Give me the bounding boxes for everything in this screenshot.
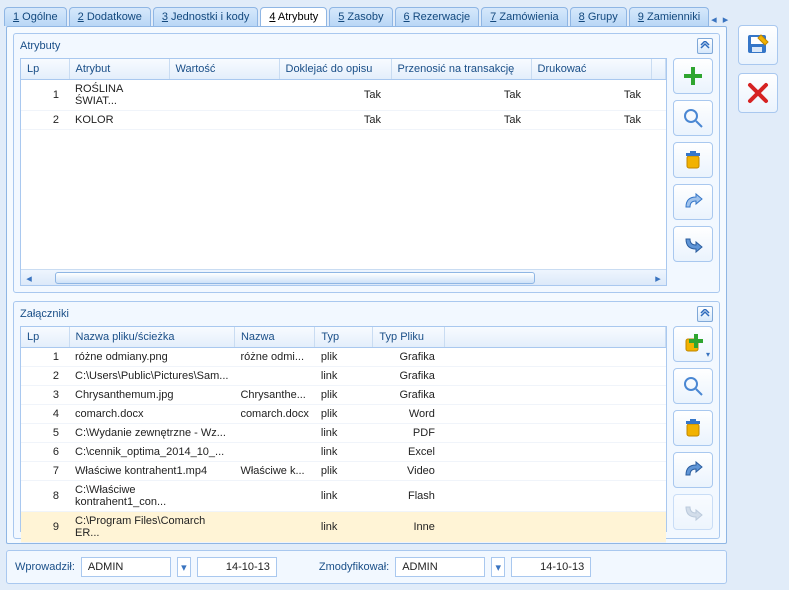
scroll-left-icon[interactable]: ◂: [21, 270, 37, 286]
delete-attachment-button[interactable]: [673, 410, 713, 446]
table-row[interactable]: 2KOLORTakTakTak: [21, 111, 666, 130]
col-ftype[interactable]: Typ Pliku: [373, 327, 445, 348]
audit-footer: Wprowadził: ADMIN ▾ 14-10-13 Zmodyfikowa…: [6, 550, 727, 584]
table-row[interactable]: 8C:\Właściwe kontrahent1_con...linkFlash: [21, 481, 666, 512]
group-title-atrybuty: Atrybuty: [20, 40, 60, 52]
move-down-attachment-button[interactable]: [673, 494, 713, 530]
tab-scroll-left-icon[interactable]: ◂: [711, 13, 717, 26]
modified-label: Zmodyfikował:: [319, 561, 389, 573]
tab-atrybuty[interactable]: 4 Atrybuty: [260, 7, 327, 26]
tab-zamówienia[interactable]: 7 Zamówienia: [481, 7, 567, 26]
col-overflow2: [445, 327, 666, 348]
move-up-button[interactable]: [673, 184, 713, 220]
group-atrybuty: Atrybuty Lp Atrybut Wartość Doklejać do …: [13, 33, 720, 293]
modified-date: 14-10-13: [511, 557, 591, 577]
move-down-button[interactable]: [673, 226, 713, 262]
col-wartosc[interactable]: Wartość: [169, 59, 279, 80]
tab-rezerwacje[interactable]: 6 Rezerwacje: [395, 7, 480, 26]
move-up-attachment-button[interactable]: [673, 452, 713, 488]
created-label: Wprowadził:: [15, 561, 75, 573]
delete-button[interactable]: [673, 142, 713, 178]
tab-dodatkowe[interactable]: 2 Dodatkowe: [69, 7, 151, 26]
preview-button[interactable]: [673, 368, 713, 404]
modified-user: ADMIN: [395, 557, 485, 577]
col-atrybut[interactable]: Atrybut: [69, 59, 169, 80]
col-path[interactable]: Nazwa pliku/ścieżka: [69, 327, 234, 348]
grid-atrybuty[interactable]: Lp Atrybut Wartość Doklejać do opisu Prz…: [20, 58, 667, 286]
table-row[interactable]: 9C:\Program Files\Comarch ER...linkInne: [21, 512, 666, 543]
col-doklejac[interactable]: Doklejać do opisu: [279, 59, 391, 80]
tab-zamienniki[interactable]: 9 Zamienniki: [629, 7, 709, 26]
scroll-thumb[interactable]: [55, 272, 535, 284]
tab-grupy[interactable]: 8 Grupy: [570, 7, 627, 26]
cancel-button[interactable]: [738, 73, 778, 113]
col-lp2[interactable]: Lp: [21, 327, 69, 348]
tab-jednostki-i-kody[interactable]: 3 Jednostki i kody: [153, 7, 258, 26]
group-zalaczniki: Załączniki Lp Nazwa pliku/ścieżka Nazwa …: [13, 301, 720, 539]
created-user-drop[interactable]: ▾: [177, 557, 191, 577]
save-button[interactable]: [738, 25, 778, 65]
scroll-right-icon[interactable]: ▸: [650, 270, 666, 286]
created-date: 14-10-13: [197, 557, 277, 577]
table-row[interactable]: 6C:\cennik_optima_2014_10_...linkExcel: [21, 443, 666, 462]
group-title-zalaczniki: Załączniki: [20, 308, 69, 320]
collapse-atrybuty[interactable]: [697, 38, 713, 54]
grid-zalaczniki[interactable]: Lp Nazwa pliku/ścieżka Nazwa Typ Typ Pli…: [20, 326, 667, 532]
global-toolbar: [738, 25, 784, 121]
toolbar-atrybuty: [673, 58, 713, 286]
table-row[interactable]: 1ROŚLINA ŚWIAT...TakTakTak: [21, 80, 666, 111]
table-row[interactable]: 2C:\Users\Public\Pictures\Sam...linkGraf…: [21, 367, 666, 386]
modified-user-drop[interactable]: ▾: [491, 557, 505, 577]
add-attachment-button[interactable]: [673, 326, 713, 362]
toolbar-zalaczniki: [673, 326, 713, 532]
tab-ogólne[interactable]: 1 Ogólne: [4, 7, 67, 26]
table-row[interactable]: 1różne odmiany.pngróżne odmi...plikGrafi…: [21, 348, 666, 367]
col-name[interactable]: Nazwa: [234, 327, 314, 348]
table-row[interactable]: 7Właściwe kontrahent1.mp4Właściwe k...pl…: [21, 462, 666, 481]
tab-panel-atrybuty: Atrybuty Lp Atrybut Wartość Doklejać do …: [6, 26, 727, 544]
col-lp[interactable]: Lp: [21, 59, 69, 80]
col-type[interactable]: Typ: [315, 327, 373, 348]
search-button[interactable]: [673, 100, 713, 136]
table-row[interactable]: 5C:\Wydanie zewnętrzne - Wz...linkPDF: [21, 424, 666, 443]
col-drukowac[interactable]: Drukować: [531, 59, 651, 80]
tab-scroll: ◂ ▸: [711, 13, 736, 26]
table-row[interactable]: 4comarch.docxcomarch.docxplikWord: [21, 405, 666, 424]
tab-scroll-right-icon[interactable]: ▸: [723, 13, 729, 26]
tab-strip: 1 Ogólne2 Dodatkowe3 Jednostki i kody4 A…: [0, 0, 733, 26]
tab-zasoby[interactable]: 5 Zasoby: [329, 7, 392, 26]
created-user: ADMIN: [81, 557, 171, 577]
hscroll-atrybuty[interactable]: ◂ ▸: [21, 269, 666, 285]
add-button[interactable]: [673, 58, 713, 94]
col-overflow: [651, 59, 666, 80]
collapse-zalaczniki[interactable]: [697, 306, 713, 322]
col-przenosic[interactable]: Przenosić na transakcję: [391, 59, 531, 80]
table-row[interactable]: 3Chrysanthemum.jpgChrysanthe...plikGrafi…: [21, 386, 666, 405]
